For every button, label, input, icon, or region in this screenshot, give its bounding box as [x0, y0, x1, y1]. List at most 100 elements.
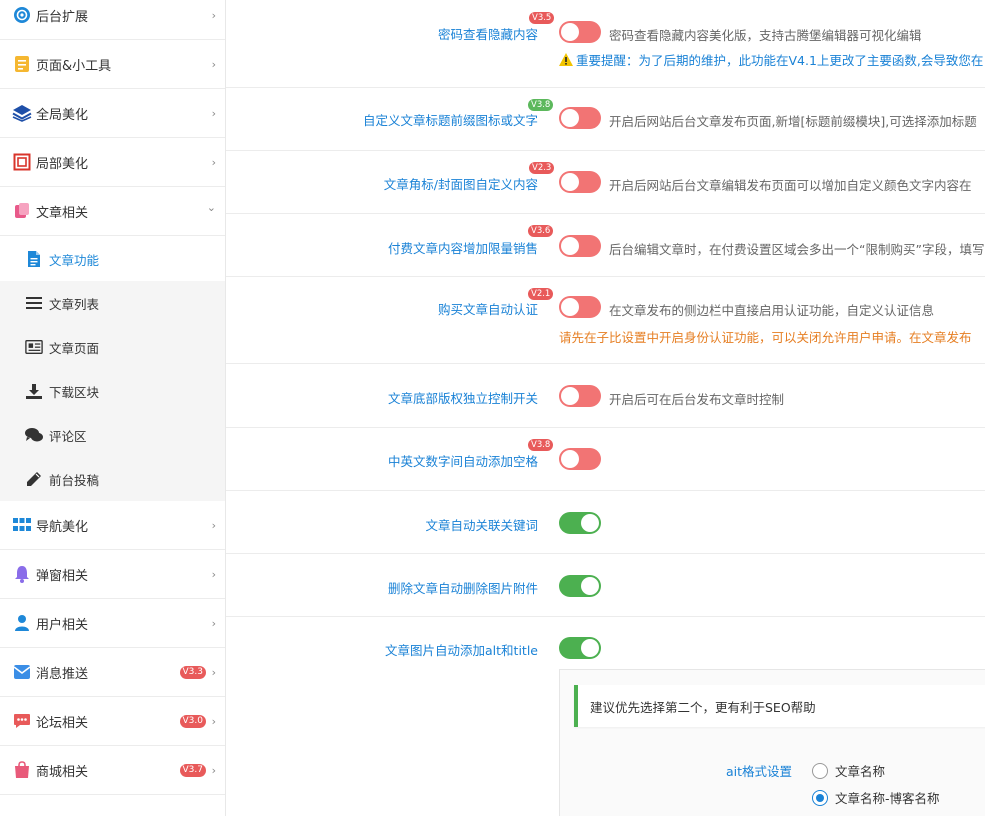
seo-tip: 建议优先选择第二个，更有利于SEO帮助 [574, 685, 985, 727]
setting-description: 开启后网站后台文章发布页面,新增[标题前缀模块],可选择添加标题 [609, 114, 977, 129]
main-content: 密码查看隐藏内容 V3.5 密码查看隐藏内容美化版，支持古腾堡编辑器可视化编辑 重要提… [226, 0, 985, 816]
toggle-knob [581, 577, 599, 595]
alt-settings-panel: 建议优先选择第二个，更有利于SEO帮助 ait格式设置 文章名称 文章名称-博客… [559, 669, 985, 816]
toggle-knob [561, 23, 579, 41]
setting-label: 文章自动关联关键词 [425, 518, 538, 533]
setting-note: 重要提醒：为了后期的维护，此功能在V4.1上更改了主要函数,会导致您在 [559, 50, 983, 69]
grid-icon [12, 515, 32, 535]
setting-label: 中英文数字间自动添加空格 [387, 454, 538, 469]
setting-row-4: 购买文章自动认证 V2.1 在文章发布的侧边栏中直接启用认证功能，自定义认证信息 请先… [226, 277, 985, 364]
setting-toggle[interactable] [559, 448, 601, 470]
sidebar-item-3[interactable]: 局部美化 › [0, 138, 225, 187]
bell-icon [12, 564, 32, 584]
sidebar-subitem-label: 评论区 [49, 428, 87, 444]
sidebar-subitem-3[interactable]: 下载区块 [0, 369, 225, 413]
chevron-right-icon: › [211, 8, 216, 22]
sidebar-item-10[interactable]: 商城相关 V3.7 › [0, 746, 225, 795]
bag-icon [12, 760, 32, 780]
chevron-right-icon: › [211, 616, 216, 630]
sidebar: 后台扩展 › 页面&小工具 › 全局美化 › 局部美化 › 文章相关 ⌄ 导航美化 › 弹窗相关 › 用户相… [0, 0, 226, 816]
sidebar-item-5[interactable]: 导航美化 › [0, 501, 225, 550]
setting-row-0: 密码查看隐藏内容 V3.5 密码查看隐藏内容美化版，支持古腾堡编辑器可视化编辑 重要提… [226, 0, 985, 88]
setting-label: 购买文章自动认证 [437, 302, 538, 317]
sidebar-subitem-0[interactable]: 文章功能 [0, 237, 225, 281]
chevron-right-icon: › [211, 155, 216, 169]
radio-label: 文章名称 [835, 764, 886, 779]
version-badge: V3.7 [179, 763, 206, 777]
sidebar-item-1[interactable]: 页面&小工具 › [0, 40, 225, 89]
sidebar-item-label: 全局美化 [36, 107, 89, 123]
setting-note-text: 请先在子比设置中开启身份认证功能，可以关闭允许用户申请。在文章发布 [559, 330, 972, 345]
chevron-right-icon: › [211, 57, 216, 71]
toggle-knob [561, 387, 579, 405]
chevron-right-icon: › [211, 518, 216, 532]
sidebar-item-0[interactable]: 后台扩展 › [0, 0, 225, 40]
chevron-right-icon: › [211, 567, 216, 581]
setting-label: 文章底部版权独立控制开关 [387, 391, 538, 406]
setting-label: 文章图片自动添加alt和title [385, 643, 538, 658]
sidebar-item-7[interactable]: 用户相关 › [0, 599, 225, 648]
setting-description: 开启后可在后台发布文章时控制 [609, 392, 785, 407]
sidebar-item-label: 局部美化 [36, 156, 89, 172]
setting-toggle[interactable] [559, 21, 601, 43]
setting-toggle[interactable] [559, 171, 601, 193]
sidebar-item-4[interactable]: 文章相关 ⌄ [0, 187, 225, 236]
user-icon [12, 613, 32, 633]
version-badge: V3.6 [528, 225, 554, 237]
toggle-knob [561, 237, 579, 255]
sidebar-item-8[interactable]: 消息推送 V3.3 › [0, 648, 225, 697]
radio-article-blog-name[interactable]: 文章名称-博客名称 [812, 788, 940, 807]
version-badge: V3.8 [528, 99, 554, 111]
sidebar-subitem-1[interactable]: 文章列表 [0, 281, 225, 325]
chevron-right-icon: › [211, 106, 216, 120]
setting-label: 密码查看隐藏内容 [437, 27, 538, 42]
setting-toggle[interactable] [559, 512, 601, 534]
gear-icon [12, 5, 32, 25]
newspaper-icon [25, 338, 43, 356]
setting-label: 付费文章内容增加限量销售 [387, 241, 538, 256]
document-icon [25, 250, 43, 268]
setting-toggle[interactable] [559, 107, 601, 129]
chevron-right-icon: › [211, 714, 216, 728]
sidebar-item-2[interactable]: 全局美化 › [0, 89, 225, 138]
sidebar-subitem-4[interactable]: 评论区 [0, 413, 225, 457]
setting-note: 请先在子比设置中开启身份认证功能，可以关闭允许用户申请。在文章发布 [559, 327, 972, 346]
toggle-knob [581, 514, 599, 532]
sidebar-subitem-2[interactable]: 文章页面 [0, 325, 225, 369]
sidebar-subitem-label: 文章列表 [49, 296, 100, 312]
setting-row-6: 中英文数字间自动添加空格 V3.8 [226, 428, 985, 491]
setting-toggle[interactable] [559, 385, 601, 407]
setting-toggle[interactable] [559, 637, 601, 659]
setting-toggle[interactable] [559, 296, 601, 318]
setting-row-5: 文章底部版权独立控制开关 开启后可在后台发布文章时控制 [226, 364, 985, 428]
version-badge: V3.3 [179, 665, 206, 679]
sidebar-subitem-label: 下载区块 [49, 384, 100, 400]
setting-toggle[interactable] [559, 575, 601, 597]
list-icon [25, 294, 43, 312]
chevron-right-icon: › [211, 665, 216, 679]
warning-icon [559, 53, 573, 69]
sidebar-item-label: 页面&小工具 [36, 58, 112, 74]
version-badge: V2.1 [528, 288, 554, 300]
toggle-knob [561, 298, 579, 316]
comments-icon [25, 426, 43, 444]
frame-icon [12, 152, 32, 172]
sidebar-item-9[interactable]: 论坛相关 V3.0 › [0, 697, 225, 746]
radio-circle [812, 762, 828, 779]
setting-description: 密码查看隐藏内容美化版，支持古腾堡编辑器可视化编辑 [609, 28, 922, 43]
radio-article-name[interactable]: 文章名称 [812, 761, 885, 780]
download-icon [25, 382, 43, 400]
sidebar-item-6[interactable]: 弹窗相关 › [0, 550, 225, 599]
pencil-icon [25, 470, 43, 488]
version-badge: V3.0 [179, 714, 206, 728]
sidebar-subitem-5[interactable]: 前台投稿 [0, 457, 225, 501]
radio-circle [812, 789, 828, 806]
setting-row-2: 文章角标/封面图自定义内容 V2.3 开启后网站后台文章编辑发布页面可以增加自定义颜… [226, 151, 985, 214]
sidebar-item-label: 弹窗相关 [36, 568, 89, 584]
setting-label: 删除文章自动删除图片附件 [387, 581, 538, 596]
setting-row-7: 文章自动关联关键词 [226, 491, 985, 554]
setting-toggle[interactable] [559, 235, 601, 257]
alt-format-label: ait格式设置 [726, 764, 793, 779]
sidebar-item-label: 导航美化 [36, 519, 89, 535]
sidebar-item-label: 用户相关 [36, 617, 89, 633]
